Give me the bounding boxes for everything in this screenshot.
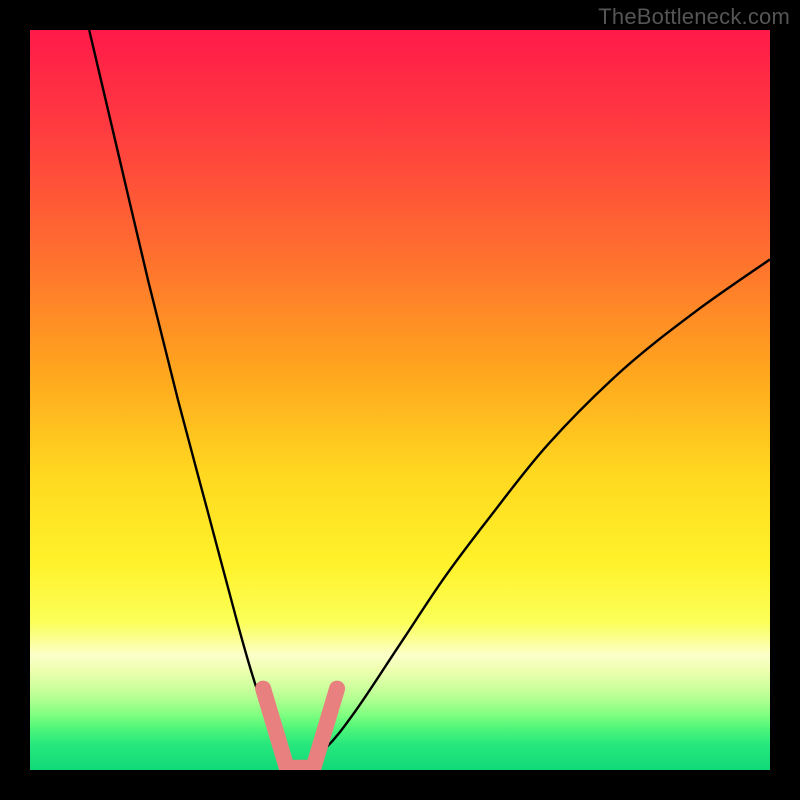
optimal-marker — [263, 689, 337, 768]
bottleneck-curve-left — [89, 30, 296, 770]
curves-layer — [30, 30, 770, 770]
chart-frame: TheBottleneck.com — [0, 0, 800, 800]
plot-area — [30, 30, 770, 770]
watermark-text: TheBottleneck.com — [598, 4, 790, 30]
bottleneck-curve-right — [296, 259, 770, 770]
